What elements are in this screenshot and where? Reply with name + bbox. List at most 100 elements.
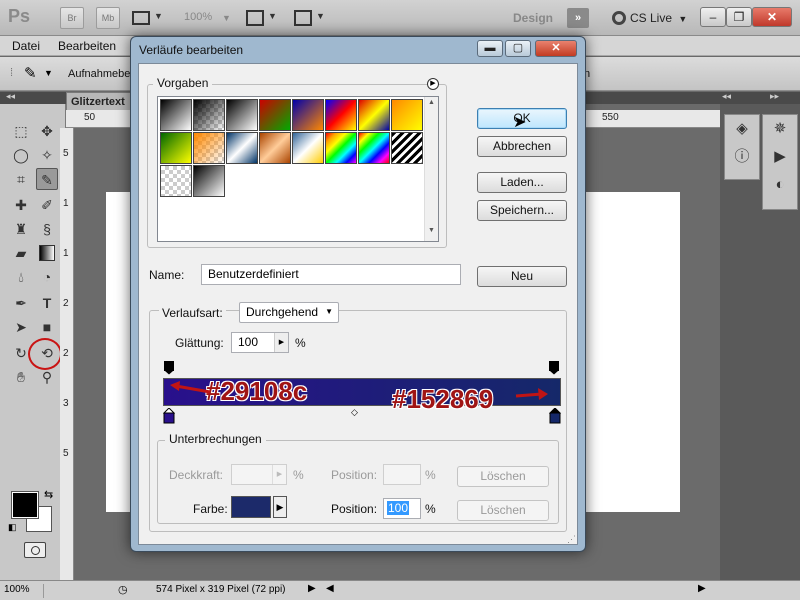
hand-tool[interactable]: ✋︎ [10,366,32,388]
opacity-stop-left[interactable] [164,361,174,378]
presets-scrollbar[interactable]: ▲ ▼ [424,97,438,241]
crop-tool[interactable]: ⌗ [10,168,32,190]
scroll-right-icon[interactable]: ▶ [698,583,706,594]
gradient-preset[interactable] [292,99,324,131]
magic-wand-tool[interactable]: ✧ [36,144,58,166]
pen-tool[interactable]: ✒ [10,292,32,314]
gradient-preset[interactable] [391,132,423,164]
history-brush-tool[interactable]: § [36,218,58,240]
minimize-button[interactable]: – [700,7,726,27]
close-button[interactable]: ✕ [752,7,792,27]
new-button[interactable]: Neu [477,266,567,287]
gradient-preset[interactable] [226,99,258,131]
workspace-design-button[interactable]: Design [506,8,560,28]
scroll-up-icon[interactable]: ▲ [428,99,435,106]
ruler-mark: 3 [63,398,69,409]
status-zoom[interactable]: 100% [4,584,44,598]
gradient-preset[interactable] [259,99,291,131]
quick-mask-button[interactable] [24,542,46,558]
gradient-preset[interactable] [325,132,357,164]
presets-menu-button[interactable]: ▶ [427,78,439,90]
healing-brush-tool[interactable]: ✚ [10,194,32,216]
brush-tool[interactable]: ✐ [36,194,58,216]
color-stop-right[interactable] [548,407,562,427]
shape-tool[interactable]: ■ [36,316,58,338]
midpoint-diamond-icon[interactable]: ◇ [351,407,358,418]
color-stop-left[interactable] [162,407,176,427]
dialog-maximize-button[interactable]: ▢ [505,40,531,57]
brushes-panel-button[interactable]: ◐ [763,171,797,199]
lasso-tool[interactable]: ◯ [10,144,32,166]
zoom-level[interactable]: 100% [184,11,212,23]
resize-grip-icon[interactable]: ⋰ [567,534,576,545]
smoothness-stepper[interactable]: ▶ [274,333,288,352]
gradient-preset[interactable] [391,99,423,131]
scroll-down-icon[interactable]: ▼ [428,227,435,234]
blur-tool[interactable]: 💧︎ [10,266,32,288]
collapse-right-icon[interactable]: ◂◂ [722,91,731,102]
3d-rotate-tool[interactable]: ↻ [10,342,32,364]
arrange-documents-button[interactable]: ▼ [246,9,280,27]
document-tab[interactable]: Glitzertext [66,92,136,110]
dodge-tool[interactable]: ◔ [36,266,58,288]
dialog-close-button[interactable]: ✕ [535,40,577,57]
zoom-tool[interactable]: ⚲ [36,366,58,388]
gradient-preset[interactable] [292,132,324,164]
gradient-preset[interactable] [325,99,357,131]
layers-panel-button[interactable]: ◈ [725,115,759,143]
screen-mode-button[interactable]: ▼ [294,9,328,27]
expand-right-icon[interactable]: ▸▸ [770,91,779,102]
restore-button[interactable]: ❐ [726,7,752,27]
status-menu-arrow-icon[interactable]: ▶ [308,583,316,594]
save-button[interactable]: Speichern... [477,200,567,221]
eyedropper-tool[interactable]: ✎ [36,168,58,190]
tool-preset-picker[interactable]: ✎ ▼ [22,64,56,84]
collapse-left-icon[interactable]: ◂◂ [6,91,15,102]
color-menu-button[interactable]: ▶ [273,496,287,518]
move-tool[interactable]: ✥ [36,120,58,142]
gradient-preset[interactable] [226,132,258,164]
minibridge-button[interactable]: Mb [96,7,120,29]
annotation-arrow-left [170,381,211,394]
load-button[interactable]: Laden... [477,172,567,193]
opacity-stop-right[interactable] [549,361,559,378]
color-position-field[interactable]: 100 [383,498,421,519]
gradient-type-select[interactable]: Durchgehend ▼ [239,302,339,323]
gradient-preset[interactable] [160,99,192,131]
gradient-preset[interactable] [358,99,390,131]
stop-color-swatch[interactable] [231,496,271,518]
gradient-preset[interactable] [193,165,225,197]
gradient-name-field[interactable]: Benutzerdefiniert [201,264,461,285]
foreground-color-swatch[interactable] [11,491,39,519]
marquee-tool[interactable]: ⬚ [10,120,32,142]
view-extras-button[interactable]: ▼ [132,9,166,27]
3d-orbit-tool[interactable]: ⟲ [36,342,58,364]
scroll-left-icon[interactable]: ◀ [326,583,334,594]
more-workspaces-button[interactable]: » [567,8,589,28]
menu-edit[interactable]: Bearbeiten [58,39,116,53]
gradient-tool[interactable] [36,242,58,264]
bridge-button[interactable]: Br [60,7,84,29]
actions-panel-button[interactable]: ▶ [763,143,797,171]
gradient-preset[interactable] [193,132,225,164]
menu-file[interactable]: Datei [12,39,40,53]
swap-colors-icon[interactable]: ⇆ [44,488,53,501]
eraser-tool[interactable]: ▰ [10,242,32,264]
cancel-button[interactable]: Abbrechen [477,136,567,157]
stamp-tool[interactable]: ♜ [10,218,32,240]
info-panel-button[interactable]: ⓘ [725,143,759,171]
gradient-preset[interactable] [160,132,192,164]
type-tool[interactable]: T [36,292,58,314]
navigator-panel-button[interactable]: ✵ [763,115,797,143]
gradient-preset[interactable] [358,132,390,164]
chevron-down-icon[interactable]: ▼ [222,13,231,23]
default-colors-icon[interactable]: ◧ [8,522,17,533]
gradient-preset[interactable] [160,165,192,197]
dialog-minimize-button[interactable]: ▬ [477,40,503,57]
smoothness-field[interactable]: 100 ▶ [231,332,289,353]
gradient-preset[interactable] [259,132,291,164]
presets-title: Vorgaben [153,76,213,90]
gradient-preset[interactable] [193,99,225,131]
path-selection-tool[interactable]: ➤ [10,316,32,338]
cs-live-button[interactable]: CS Live ▼ [612,8,692,28]
